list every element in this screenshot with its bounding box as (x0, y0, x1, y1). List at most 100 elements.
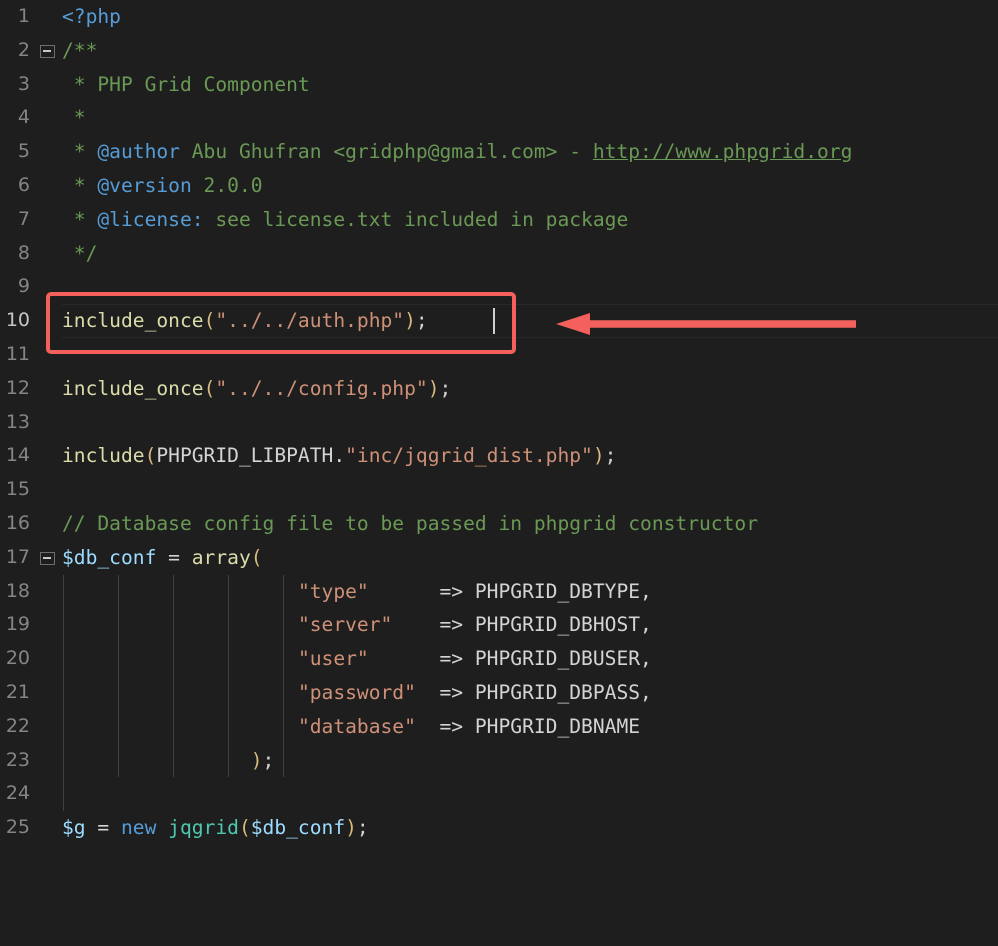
paren-open: ( (204, 377, 216, 400)
code-line[interactable]: 23 ); (0, 744, 998, 778)
function-name: include_once (62, 309, 204, 332)
paren-open: ( (251, 546, 263, 569)
line-number: 8 (0, 237, 30, 271)
comment-url-link[interactable]: http://www.phpgrid.org (593, 140, 853, 163)
function-name: include_once (62, 377, 204, 400)
code-line[interactable]: 25 $g = new jqgrid($db_conf); (0, 811, 998, 845)
line-number: 20 (0, 642, 30, 676)
fold-collapse-icon[interactable] (40, 45, 55, 58)
code-line[interactable]: 22 "database" => PHPGRID_DBNAME (0, 710, 998, 744)
code-line[interactable]: 6 * @version 2.0.0 (0, 169, 998, 203)
string-literal: "inc/jqgrid_dist.php" (345, 444, 593, 467)
line-content: "database" => PHPGRID_DBNAME (62, 710, 640, 744)
line-number: 16 (0, 507, 30, 541)
line-number: 24 (0, 777, 30, 811)
pad (416, 715, 440, 738)
code-line[interactable]: 14 include(PHPGRID_LIBPATH."inc/jqgrid_d… (0, 439, 998, 473)
code-line[interactable]: 2 /** (0, 34, 998, 68)
assignment-operator: = (86, 816, 121, 839)
array-key: "database" (298, 715, 416, 738)
semicolon: ; (605, 444, 617, 467)
code-line[interactable]: 7 * @license: see license.txt included i… (0, 203, 998, 237)
fold-collapse-icon[interactable] (40, 552, 55, 565)
code-line[interactable]: 3 * PHP Grid Component (0, 68, 998, 102)
line-number: 2 (0, 34, 30, 68)
line-number: 22 (0, 710, 30, 744)
comment-star: * (62, 208, 97, 231)
line-number: 10 (0, 304, 30, 338)
line-content: * PHP Grid Component (62, 68, 310, 102)
line-content: * @version 2.0.0 (62, 169, 263, 203)
double-arrow-operator: => (440, 580, 475, 603)
comment-text: see license.txt included in package (204, 208, 629, 231)
line-content: "user" => PHPGRID_DBUSER, (62, 642, 652, 676)
constant-name: PHPGRID_DBPASS (475, 681, 640, 704)
line-content: * (62, 101, 86, 135)
line-content: include(PHPGRID_LIBPATH."inc/jqgrid_dist… (62, 439, 616, 473)
docblock-tag-author: @author (97, 140, 180, 163)
code-line[interactable]: 13 (0, 406, 998, 440)
line-content: * @author Abu Ghufran <gridphp@gmail.com… (62, 135, 852, 169)
indent (62, 580, 298, 603)
constant-name: PHPGRID_LIBPATH (156, 444, 333, 467)
text-cursor (493, 308, 495, 334)
code-line[interactable]: 17 $db_conf = array( (0, 541, 998, 575)
comment-star: * (62, 140, 97, 163)
docblock-open: /** (62, 39, 97, 62)
line-number: 11 (0, 338, 30, 372)
semicolon: ; (263, 749, 275, 772)
new-keyword: new (121, 816, 156, 839)
indent (62, 715, 298, 738)
variable-name: $db_conf (251, 816, 345, 839)
code-line[interactable]: 9 (0, 270, 998, 304)
comment-text: PHP Grid Component (97, 73, 309, 96)
line-number: 13 (0, 406, 30, 440)
code-editor[interactable]: 1 <?php 2 /** 3 * PHP Grid Component 4 *… (0, 0, 998, 850)
line-content: <?php (62, 0, 121, 34)
class-name: jqgrid (168, 816, 239, 839)
line-number: 3 (0, 68, 30, 102)
line-content: $g = new jqgrid($db_conf); (62, 811, 369, 845)
code-line-active[interactable]: 10 include_once("../../auth.php"); (0, 304, 998, 338)
code-line[interactable]: 20 "user" => PHPGRID_DBUSER, (0, 642, 998, 676)
code-line[interactable]: 16 // Database config file to be passed … (0, 507, 998, 541)
code-line[interactable]: 19 "server" => PHPGRID_DBHOST, (0, 608, 998, 642)
comma: , (640, 580, 652, 603)
code-line[interactable]: 5 * @author Abu Ghufran <gridphp@gmail.c… (0, 135, 998, 169)
comment-star: * (62, 174, 97, 197)
line-number: 5 (0, 135, 30, 169)
function-name: include (62, 444, 145, 467)
code-line[interactable]: 4 * (0, 101, 998, 135)
code-line[interactable]: 12 include_once("../../config.php"); (0, 372, 998, 406)
comment-star: * (62, 106, 86, 129)
paren-close: ) (593, 444, 605, 467)
assignment-operator: = (156, 546, 191, 569)
line-content: "type" => PHPGRID_DBTYPE, (62, 575, 652, 609)
line-number: 9 (0, 270, 30, 304)
code-line[interactable]: 24 (0, 777, 998, 811)
docblock-tag-license: @license: (97, 208, 203, 231)
indent (62, 613, 298, 636)
php-open-tag: <?php (62, 5, 121, 28)
line-content: */ (62, 237, 97, 271)
constant-name: PHPGRID_DBHOST (475, 613, 640, 636)
line-number: 23 (0, 744, 30, 778)
double-arrow-operator: => (440, 715, 475, 738)
code-line[interactable]: 1 <?php (0, 0, 998, 34)
line-content: $db_conf = array( (62, 541, 263, 575)
line-content: * @license: see license.txt included in … (62, 203, 628, 237)
semicolon: ; (357, 816, 369, 839)
paren-close: ) (345, 816, 357, 839)
code-line[interactable]: 15 (0, 473, 998, 507)
constant-name: PHPGRID_DBNAME (475, 715, 640, 738)
pad (392, 613, 439, 636)
paren-close: ) (251, 749, 263, 772)
code-line[interactable]: 11 (0, 338, 998, 372)
code-line[interactable]: 21 "password" => PHPGRID_DBPASS, (0, 676, 998, 710)
code-line[interactable]: 18 "type" => PHPGRID_DBTYPE, (0, 575, 998, 609)
array-key: "server" (298, 613, 392, 636)
indent (62, 647, 298, 670)
comma: , (640, 681, 652, 704)
code-line[interactable]: 8 */ (0, 237, 998, 271)
array-key: "user" (298, 647, 369, 670)
